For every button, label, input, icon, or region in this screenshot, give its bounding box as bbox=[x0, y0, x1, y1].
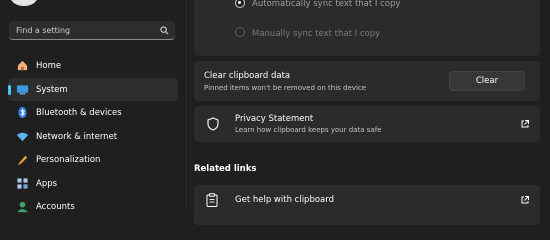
sidebar-item-personalization[interactable]: Personalization bbox=[8, 148, 178, 172]
clear-clipboard-card: Clear clipboard data Pinned items won't … bbox=[194, 61, 540, 101]
sidebar-item-label: Bluetooth & devices bbox=[36, 108, 122, 118]
search-input[interactable]: Find a setting bbox=[16, 26, 70, 35]
main-content: Automatically sync text that I copy Manu… bbox=[187, 0, 550, 225]
open-external-icon[interactable] bbox=[520, 195, 530, 205]
wifi-icon bbox=[16, 132, 29, 141]
clear-button[interactable]: Clear bbox=[449, 71, 525, 91]
sidebar-item-label: Accounts bbox=[36, 202, 75, 212]
auto-sync-label: Automatically sync text that I copy bbox=[252, 0, 401, 9]
system-icon bbox=[16, 84, 29, 94]
sidebar-item-network[interactable]: Network & internet bbox=[8, 125, 178, 149]
accounts-icon bbox=[17, 201, 28, 213]
sidebar-item-bluetooth[interactable]: Bluetooth & devices bbox=[8, 101, 178, 125]
sidebar-item-label: Apps bbox=[36, 178, 58, 189]
search-icon[interactable] bbox=[160, 26, 169, 35]
open-external-icon[interactable] bbox=[520, 119, 530, 129]
manual-sync-radio[interactable] bbox=[235, 27, 245, 37]
sidebar-item-label: Home bbox=[36, 61, 62, 71]
sidebar-item-apps[interactable]: Apps bbox=[8, 172, 178, 196]
sidebar-item-label: System bbox=[36, 84, 68, 95]
home-icon bbox=[17, 60, 28, 71]
sidebar-item-label: Personalization bbox=[36, 155, 101, 165]
privacy-statement-title: Privacy Statement bbox=[235, 114, 314, 124]
clipboard-icon bbox=[206, 193, 218, 207]
sidebar-item-system[interactable]: System bbox=[8, 77, 178, 101]
sidebar-item-label: Network & internet bbox=[36, 131, 118, 142]
privacy-statement-card[interactable]: Privacy Statement Learn how clipboard ke… bbox=[194, 106, 540, 142]
sidebar-item-home[interactable]: Home bbox=[8, 54, 178, 78]
help-clipboard-card[interactable]: Get help with clipboard bbox=[194, 185, 540, 225]
clear-clipboard-subtitle: Pinned items won't be removed on this de… bbox=[204, 84, 367, 92]
shield-icon bbox=[207, 117, 219, 131]
avatar[interactable] bbox=[10, 0, 38, 6]
sidebar-item-accounts[interactable]: Accounts bbox=[8, 195, 178, 219]
apps-icon bbox=[17, 177, 28, 189]
sync-options-card: Automatically sync text that I copy Manu… bbox=[194, 0, 540, 56]
sidebar-nav: Home System Bluetooth & devices Network … bbox=[8, 54, 178, 219]
privacy-statement-subtitle: Learn how clipboard keeps your data safe bbox=[235, 126, 382, 134]
bluetooth-icon bbox=[18, 106, 27, 119]
clear-clipboard-title: Clear clipboard data bbox=[204, 71, 291, 81]
help-clipboard-title: Get help with clipboard bbox=[235, 195, 334, 205]
auto-sync-radio[interactable] bbox=[235, 0, 245, 8]
search-box[interactable]: Find a setting bbox=[9, 21, 175, 40]
manual-sync-label: Manually sync text that I copy bbox=[252, 29, 381, 39]
sidebar: Find a setting Home System Bluetooth & d… bbox=[0, 0, 186, 213]
related-links-heading: Related links bbox=[194, 164, 257, 174]
brush-icon bbox=[17, 155, 28, 166]
